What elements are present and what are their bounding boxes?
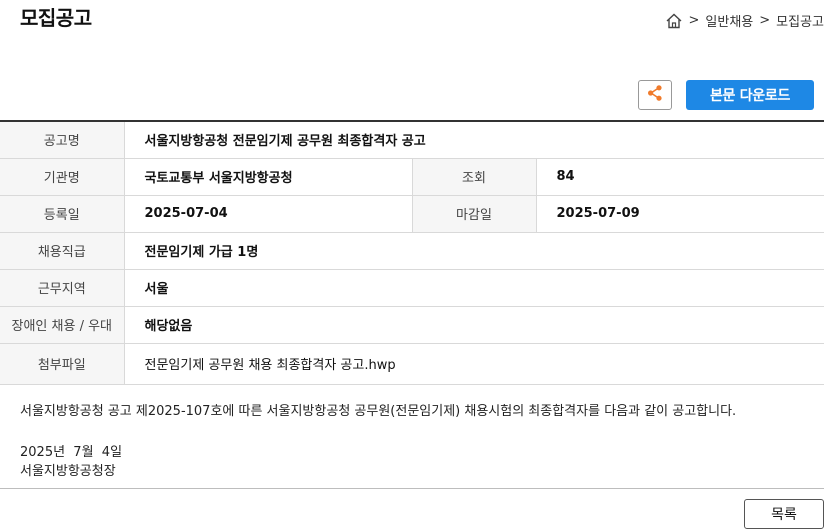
views-value: 84 [536, 158, 824, 196]
registered-date-value: 2025-07-04 [124, 195, 413, 233]
agency-label: 기관명 [0, 158, 125, 196]
position-label: 채용직급 [0, 232, 125, 270]
table-row: 근무지역 서울 [0, 269, 824, 307]
announcement-body: 서울지방항공청 공고 제2025-107호에 따른 서울지방항공청 공무원(전문… [20, 402, 810, 481]
breadcrumb-separator: > [688, 13, 700, 28]
location-label: 근무지역 [0, 269, 125, 307]
table-row: 첨부파일 전문임기제 공무원 채용 최종합격자 공고.hwp [0, 343, 824, 385]
table-row: 채용직급 전문임기제 가급 1명 [0, 232, 824, 270]
home-icon[interactable] [665, 12, 683, 30]
share-icon [646, 84, 664, 106]
breadcrumb-separator: > [759, 13, 771, 28]
disability-label: 장애인 채용 / 우대 [0, 306, 125, 344]
announcement-date: 2025년 7월 4일 [20, 445, 123, 460]
breadcrumb: > 일반채용 > 모집공고 [665, 11, 824, 30]
list-button[interactable]: 목록 [744, 499, 824, 529]
attachment-label: 첨부파일 [0, 343, 125, 385]
registered-date-label: 등록일 [0, 195, 125, 233]
job-posting-details-table: 공고명 서울지방항공청 전문임기제 공무원 최종합격자 공고 기관명 국토교통부… [0, 120, 824, 385]
divider [0, 488, 824, 489]
page-title: 모집공고 [20, 6, 92, 30]
table-row: 등록일 2025-07-04 마감일 2025-07-09 [0, 195, 824, 233]
deadline-value: 2025-07-09 [536, 195, 824, 233]
views-label: 조회 [412, 158, 537, 196]
disability-value: 해당없음 [124, 306, 824, 344]
breadcrumb-item-current[interactable]: 모집공고 [776, 11, 824, 30]
location-value: 서울 [124, 269, 824, 307]
announcement-signature: 서울지방항공청장 [20, 464, 116, 479]
attachment-link[interactable]: 전문임기제 공무원 채용 최종합격자 공고.hwp [124, 343, 824, 385]
share-button[interactable] [638, 80, 672, 110]
position-value: 전문임기제 가급 1명 [124, 232, 824, 270]
title-value: 서울지방항공청 전문임기제 공무원 최종합격자 공고 [124, 121, 824, 159]
deadline-label: 마감일 [412, 195, 537, 233]
title-label: 공고명 [0, 121, 125, 159]
table-row: 기관명 국토교통부 서울지방항공청 조회 84 [0, 158, 824, 196]
agency-value: 국토교통부 서울지방항공청 [124, 158, 413, 196]
announcement-text: 서울지방항공청 공고 제2025-107호에 따른 서울지방항공청 공무원(전문… [20, 404, 737, 419]
table-row: 장애인 채용 / 우대 해당없음 [0, 306, 824, 344]
download-body-button[interactable]: 본문 다운로드 [686, 80, 814, 110]
breadcrumb-item-general[interactable]: 일반채용 [705, 11, 753, 30]
table-row: 공고명 서울지방항공청 전문임기제 공무원 최종합격자 공고 [0, 121, 824, 159]
